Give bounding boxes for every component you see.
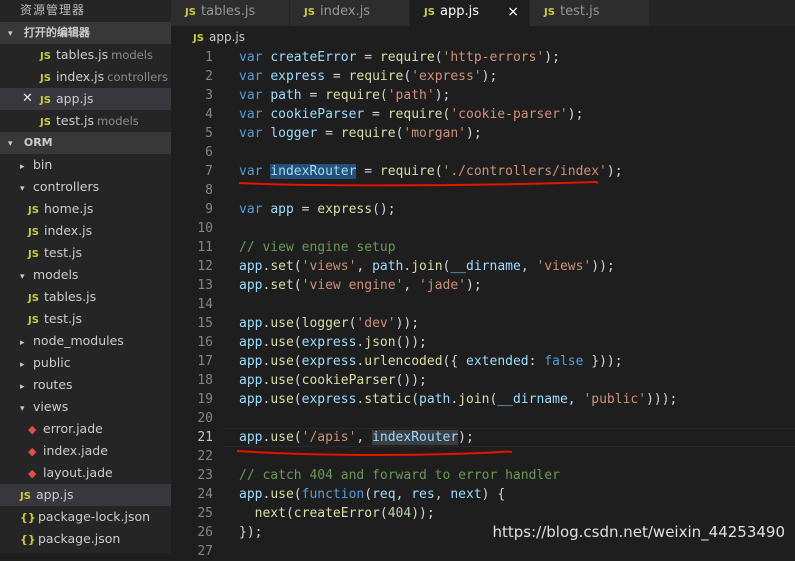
annotation-underline-line-7 — [238, 180, 599, 187]
watermark: https://blog.csdn.net/weixin_44253490 — [492, 523, 785, 541]
annotation-underline-line-21 — [236, 450, 513, 456]
annotation-layer — [236, 180, 599, 456]
